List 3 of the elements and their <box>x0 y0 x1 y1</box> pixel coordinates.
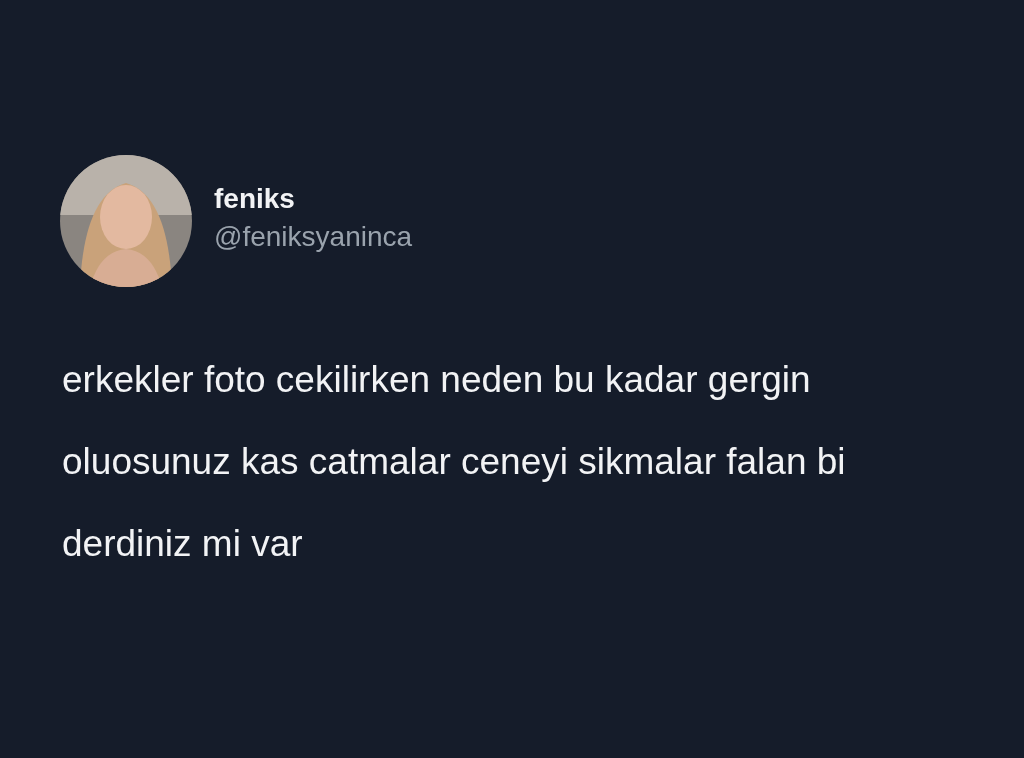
author-handle[interactable]: @feniksyaninca <box>214 221 413 253</box>
author-name[interactable]: feniks <box>214 183 413 215</box>
tweet-text: erkekler foto cekilirken neden bu kadar gergin oluosunuz kas catmalar ceneyi sikmalar falan bi derdiniz mi var <box>62 358 847 566</box>
